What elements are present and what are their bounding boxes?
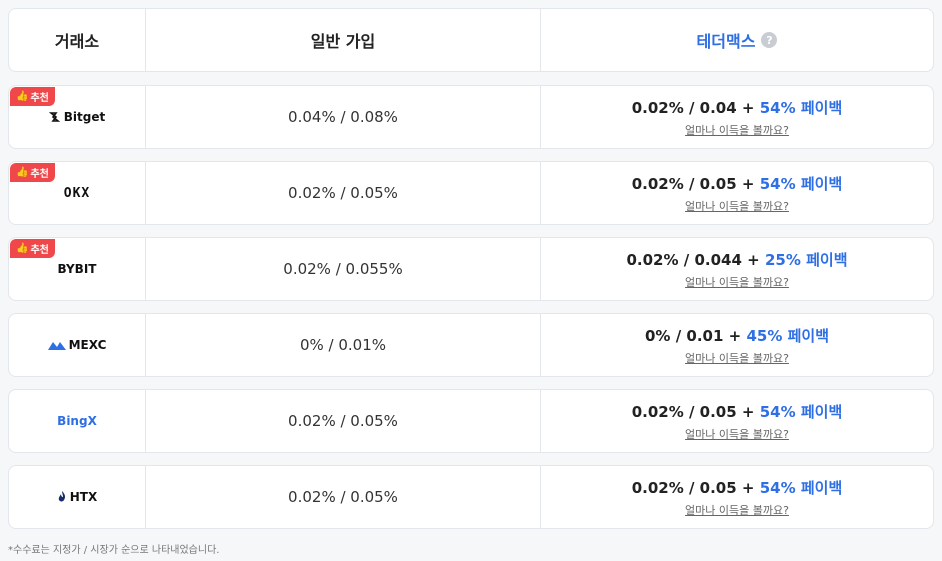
table-row: MEXC 0% / 0.01% 0% / 0.01 + 45% 페이백 얼마나 … xyxy=(8,313,934,377)
tethermax-column-header-cell: 테더맥스 ? xyxy=(541,9,933,71)
tethermax-fee: 0.02% / 0.05 + 54% 페이백 xyxy=(631,478,843,497)
benefit-calc-link[interactable]: 얼마나 이득을 볼까요? xyxy=(685,350,789,366)
exchange-column-header: 거래소 xyxy=(9,9,146,71)
tethermax-fee: 0.02% / 0.05 + 54% 페이백 xyxy=(631,402,843,421)
table-row: 👍 추천 BYBIT 0.02% / 0.055% 0.02% / 0.044 +… xyxy=(8,237,934,301)
recommend-badge: 👍 추천 xyxy=(10,239,55,258)
normal-fee: 0.02% / 0.05% xyxy=(288,412,398,430)
bitget-logo[interactable]: Bitget xyxy=(48,110,105,124)
okx-logo[interactable]: OKX xyxy=(64,186,90,201)
normal-fee: 0.04% / 0.08% xyxy=(288,108,398,126)
table-row: HTX 0.02% / 0.05% 0.02% / 0.05 + 54% 페이백… xyxy=(8,465,934,529)
thumbs-up-icon: 👍 xyxy=(16,167,29,178)
table-row: 👍 추천 Bitget 0.04% / 0.08% 0.02% / 0.04 + … xyxy=(8,85,934,149)
benefit-calc-link[interactable]: 얼마나 이득을 볼까요? xyxy=(685,274,789,290)
htx-flame-icon xyxy=(58,491,65,502)
fee-footnote: *수수료는 지정가 / 시장가 순으로 나타내었습니다. xyxy=(8,545,220,556)
normal-fee: 0.02% / 0.05% xyxy=(288,488,398,506)
exchange-cell: 👍 추천 OKX xyxy=(9,162,146,224)
thumbs-up-icon: 👍 xyxy=(16,91,29,102)
tethermax-fee: 0% / 0.01 + 45% 페이백 xyxy=(645,326,829,345)
normal-fee: 0.02% / 0.055% xyxy=(283,260,403,278)
exchange-cell: 👍 추천 BYBIT xyxy=(9,238,146,300)
normal-fee: 0.02% / 0.05% xyxy=(288,184,398,202)
benefit-calc-link[interactable]: 얼마나 이득을 볼까요? xyxy=(685,122,789,138)
help-icon[interactable]: ? xyxy=(761,32,778,48)
bitget-mark-icon xyxy=(48,112,61,122)
benefit-calc-link[interactable]: 얼마나 이득을 볼까요? xyxy=(685,426,789,442)
exchange-cell: BingX xyxy=(9,390,146,452)
recommend-badge: 👍 추천 xyxy=(10,87,55,106)
normal-signup-column-header: 일반 가입 xyxy=(146,9,541,71)
benefit-calc-link[interactable]: 얼마나 이득을 볼까요? xyxy=(685,502,789,518)
tethermax-fee: 0.02% / 0.044 + 25% 페이백 xyxy=(626,250,848,269)
tethermax-fee: 0.02% / 0.04 + 54% 페이백 xyxy=(631,98,843,117)
mexc-mark-icon xyxy=(47,342,66,350)
exchange-cell: MEXC xyxy=(9,314,146,376)
tethermax-label: 테더맥스 xyxy=(696,32,756,51)
table-row: 👍 추천 OKX 0.02% / 0.05% 0.02% / 0.05 + 54%… xyxy=(8,161,934,225)
table-row: BingX 0.02% / 0.05% 0.02% / 0.05 + 54% 페… xyxy=(8,389,934,453)
mexc-logo[interactable]: MEXC xyxy=(47,338,106,352)
exchange-cell: 👍 추천 Bitget xyxy=(9,86,146,148)
exchange-cell: HTX xyxy=(9,466,146,528)
benefit-calc-link[interactable]: 얼마나 이득을 볼까요? xyxy=(685,198,789,214)
bybit-logo[interactable]: BYBIT xyxy=(58,262,97,276)
tethermax-column-header: 테더맥스 ? xyxy=(697,28,778,52)
table-header: 거래소 일반 가입 테더맥스 ? xyxy=(8,8,934,72)
thumbs-up-icon: 👍 xyxy=(16,243,29,254)
tethermax-fee: 0.02% / 0.05 + 54% 페이백 xyxy=(631,174,843,193)
bingx-logo[interactable]: BingX xyxy=(57,414,97,428)
normal-fee: 0% / 0.01% xyxy=(299,336,387,354)
htx-logo[interactable]: HTX xyxy=(57,490,97,504)
recommend-badge: 👍 추천 xyxy=(10,163,55,182)
